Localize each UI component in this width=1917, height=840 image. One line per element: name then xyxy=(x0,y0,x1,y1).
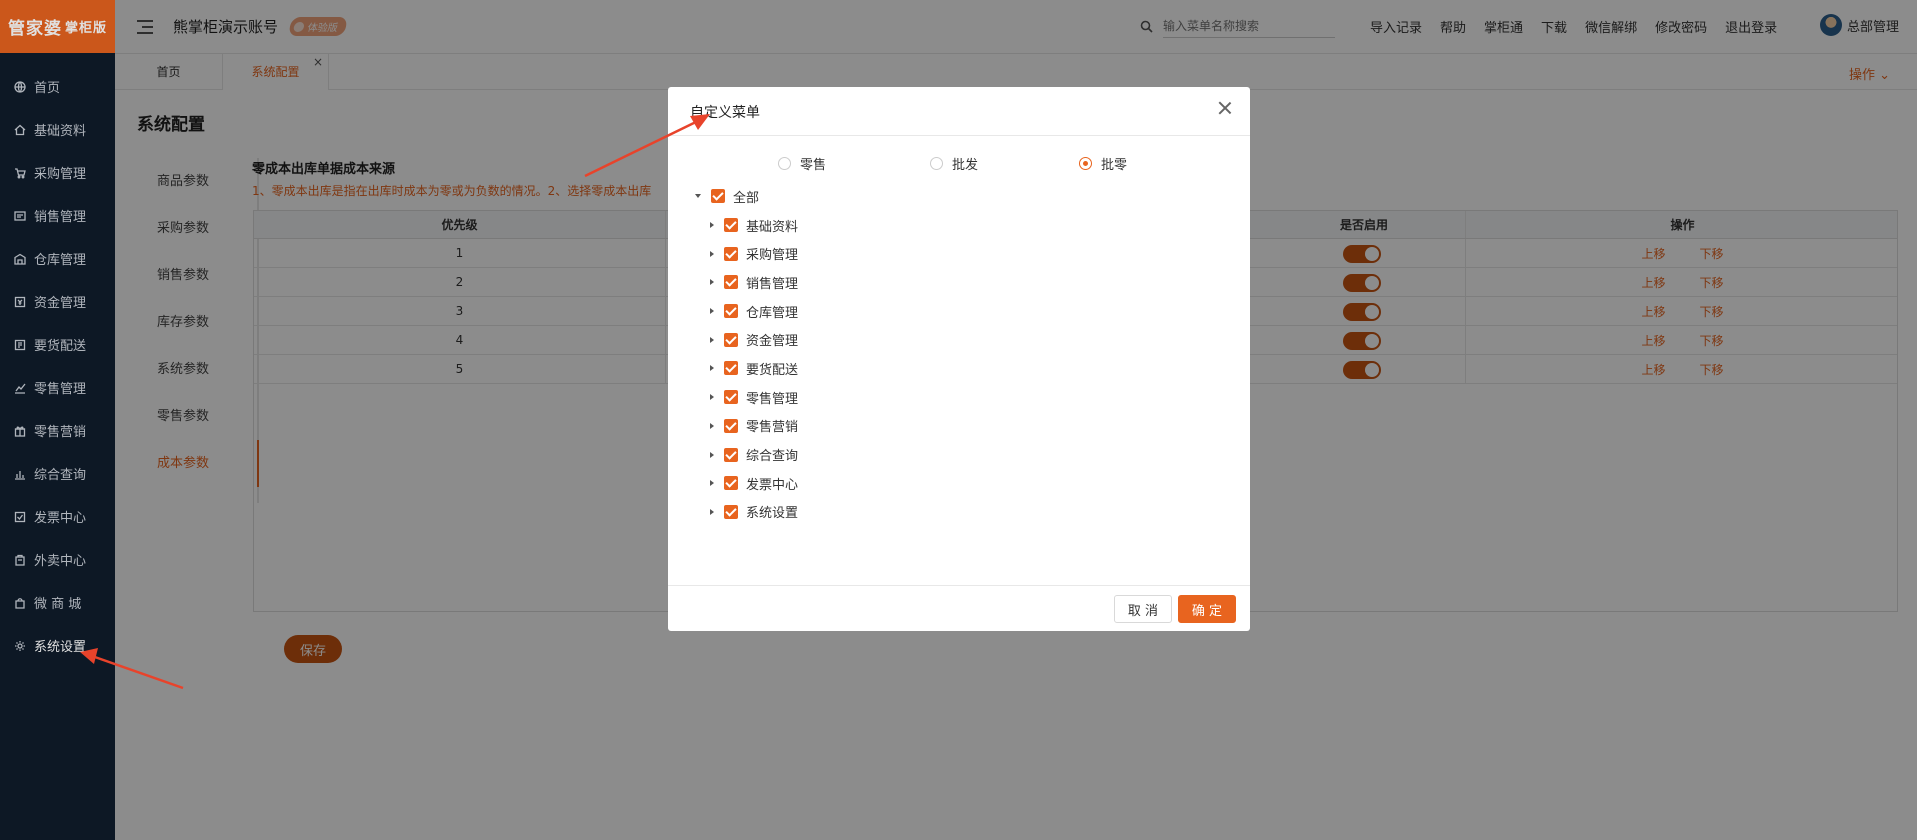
checkbox[interactable] xyxy=(724,418,738,433)
node-label: 零售营销 xyxy=(746,420,799,436)
caret-right-icon[interactable] xyxy=(710,279,714,286)
caret-right-icon[interactable] xyxy=(710,336,714,343)
tree-node[interactable]: 采购管理 xyxy=(695,239,798,268)
radio-label: 零售 xyxy=(800,158,827,173)
checkbox[interactable] xyxy=(724,304,738,319)
radio-wholesale[interactable]: 批发 xyxy=(930,154,978,173)
checkbox[interactable] xyxy=(724,361,738,376)
checkbox[interactable] xyxy=(724,218,738,233)
tree-node[interactable]: 零售营销 xyxy=(695,412,798,441)
tree-node[interactable]: 零售管理 xyxy=(695,383,798,412)
radio-label: 批发 xyxy=(952,158,979,173)
caret-right-icon[interactable] xyxy=(710,308,714,315)
tree-node[interactable]: 资金管理 xyxy=(695,325,798,354)
dialog-header: 自定义菜单 xyxy=(668,87,1250,136)
radio-circle xyxy=(930,157,943,170)
dialog-footer: 取 消 确 定 xyxy=(668,585,1250,631)
sidebar-backdrop xyxy=(0,0,115,840)
radio-label: 批零 xyxy=(1101,158,1128,173)
close-icon[interactable] xyxy=(1218,101,1232,115)
confirm-button[interactable]: 确 定 xyxy=(1178,595,1236,623)
checkbox[interactable] xyxy=(724,504,738,519)
custom-menu-dialog: 自定义菜单 零售 批发 批零 全部 基础资料 采购管理 销售管理 仓库管理 资金… xyxy=(668,87,1250,631)
menu-tree: 全部 基础资料 采购管理 销售管理 仓库管理 资金管理 要货配送 零售管理 零售… xyxy=(695,182,798,526)
caret-right-icon[interactable] xyxy=(710,394,714,401)
checkbox[interactable] xyxy=(724,390,738,405)
checkbox[interactable] xyxy=(724,447,738,462)
node-label: 仓库管理 xyxy=(746,305,799,321)
tree-node-all[interactable]: 全部 xyxy=(695,182,798,211)
cancel-button[interactable]: 取 消 xyxy=(1114,595,1172,623)
tree-node[interactable]: 要货配送 xyxy=(695,354,798,383)
tree-node[interactable]: 仓库管理 xyxy=(695,297,798,326)
radio-wholesale-retail[interactable]: 批零 xyxy=(1079,154,1127,173)
tree-node[interactable]: 综合查询 xyxy=(695,440,798,469)
radio-circle xyxy=(1079,157,1092,170)
node-label: 系统设置 xyxy=(746,506,799,522)
checkbox[interactable] xyxy=(724,275,738,290)
caret-right-icon[interactable] xyxy=(710,250,714,257)
caret-right-icon[interactable] xyxy=(710,480,714,487)
checkbox[interactable] xyxy=(724,476,738,491)
tree-node[interactable]: 系统设置 xyxy=(695,498,798,527)
node-label: 零售管理 xyxy=(746,391,799,407)
node-label: 综合查询 xyxy=(746,449,799,465)
caret-right-icon[interactable] xyxy=(710,422,714,429)
radio-retail[interactable]: 零售 xyxy=(778,154,826,173)
node-label: 销售管理 xyxy=(746,276,799,292)
node-label: 发票中心 xyxy=(746,477,799,493)
caret-right-icon[interactable] xyxy=(710,222,714,229)
checkbox[interactable] xyxy=(711,189,725,204)
caret-right-icon[interactable] xyxy=(710,451,714,458)
checkbox[interactable] xyxy=(724,246,738,261)
radio-circle xyxy=(778,157,791,170)
tree-node[interactable]: 发票中心 xyxy=(695,469,798,498)
caret-down-icon[interactable] xyxy=(695,194,701,199)
tree-node[interactable]: 销售管理 xyxy=(695,268,798,297)
node-label: 基础资料 xyxy=(746,219,799,235)
dialog-title: 自定义菜单 xyxy=(690,105,760,121)
checkbox[interactable] xyxy=(724,332,738,347)
node-label: 要货配送 xyxy=(746,362,799,378)
caret-right-icon[interactable] xyxy=(710,365,714,372)
node-label: 资金管理 xyxy=(746,334,799,350)
node-label: 采购管理 xyxy=(746,248,799,264)
caret-right-icon[interactable] xyxy=(710,508,714,515)
tree-node[interactable]: 基础资料 xyxy=(695,211,798,240)
node-label: 全部 xyxy=(733,190,760,206)
mode-radio-group: 零售 批发 批零 xyxy=(668,154,1250,174)
